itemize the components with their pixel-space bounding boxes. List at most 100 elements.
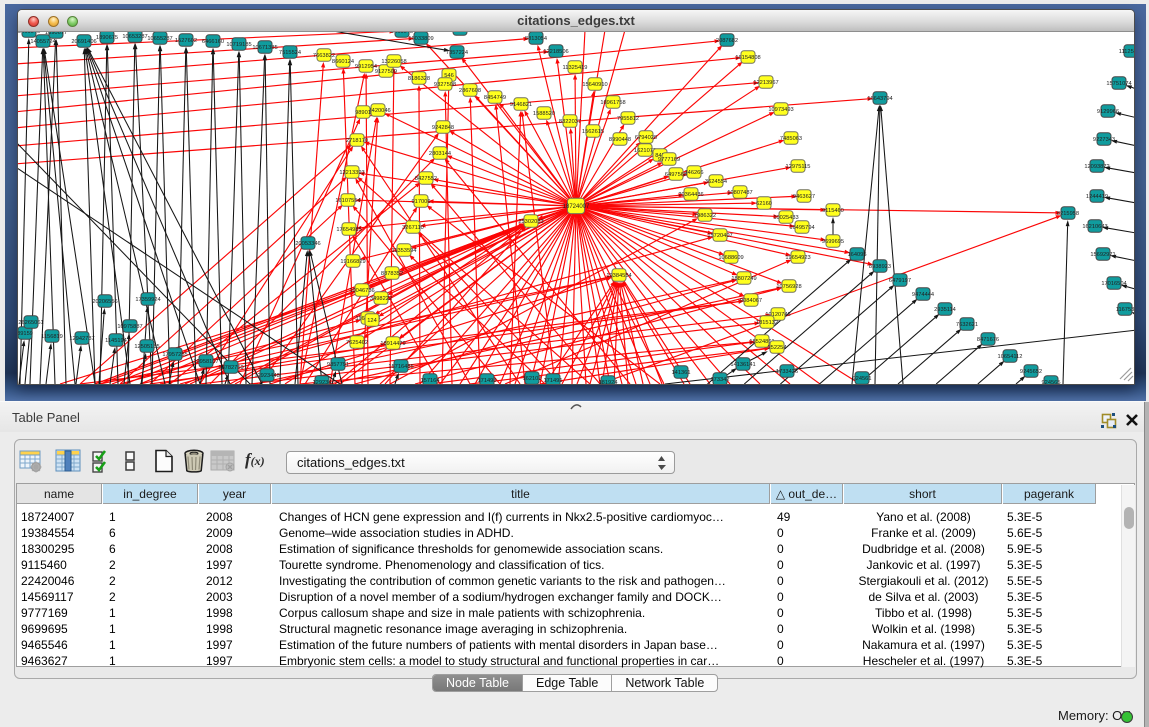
svg-text:10025433: 10025433: [773, 215, 798, 221]
svg-text:8322037: 8322037: [559, 119, 581, 125]
svg-text:8471676: 8471676: [977, 337, 999, 343]
svg-text:13226058: 13226058: [381, 59, 406, 65]
svg-text:9463627: 9463627: [793, 194, 815, 200]
svg-text:9245652: 9245652: [1020, 369, 1042, 375]
svg-text:10655287: 10655287: [147, 36, 172, 42]
svg-text:8813054: 8813054: [525, 36, 547, 42]
svg-text:924565: 924565: [1042, 380, 1061, 384]
svg-text:7986322: 7986322: [694, 213, 716, 219]
svg-text:9474444: 9474444: [912, 292, 934, 298]
svg-text:8215958: 8215958: [1057, 211, 1079, 217]
svg-text:19384554: 19384554: [606, 273, 631, 279]
svg-text:12505135: 12505135: [134, 344, 159, 350]
svg-text:10654112: 10654112: [998, 354, 1023, 360]
svg-text:11353594: 11353594: [392, 248, 417, 254]
svg-text:16107554: 16107554: [335, 198, 360, 204]
svg-text:11125419: 11125419: [1119, 49, 1134, 55]
svg-text:1244419: 1244419: [1086, 194, 1108, 200]
svg-text:10671385: 10671385: [252, 45, 277, 51]
svg-text:16033809: 16033809: [408, 36, 433, 42]
svg-text:10756928: 10756928: [776, 284, 801, 290]
svg-text:252254: 252254: [768, 345, 787, 351]
svg-text:15692971: 15692971: [1090, 252, 1115, 258]
svg-text:8878352: 8878352: [381, 271, 403, 277]
svg-text:8660124: 8660124: [332, 59, 354, 65]
svg-text:3267110: 3267110: [402, 225, 424, 231]
svg-text:3498222: 3498222: [370, 296, 392, 302]
svg-text:10958107: 10958107: [193, 359, 218, 365]
svg-text:9699695: 9699695: [822, 239, 844, 245]
svg-text:9127509: 9127509: [375, 69, 397, 75]
svg-text:7625402: 7625402: [346, 340, 368, 346]
svg-text:17016504: 17016504: [1101, 281, 1126, 287]
svg-text:17957255: 17957255: [162, 352, 187, 358]
svg-text:12093872: 12093872: [1084, 164, 1109, 170]
svg-text:19166829: 19166829: [340, 259, 365, 265]
svg-text:7515524: 7515524: [279, 50, 301, 56]
svg-text:2867608: 2867608: [459, 88, 481, 94]
svg-text:2803144: 2803144: [429, 151, 451, 157]
svg-text:9912954: 9912954: [355, 64, 377, 70]
svg-text:12923448: 12923448: [254, 373, 279, 379]
svg-text:171498: 171498: [478, 378, 497, 384]
svg-text:7485063: 7485063: [780, 136, 802, 142]
svg-text:17654985: 17654985: [336, 227, 361, 233]
svg-text:7357224: 7357224: [446, 50, 468, 56]
svg-text:98901: 98901: [355, 110, 371, 116]
svg-text:9115460: 9115460: [822, 208, 844, 214]
svg-text:14055724: 14055724: [30, 39, 55, 45]
svg-text:7955812: 7955812: [617, 116, 639, 122]
svg-text:7632621: 7632621: [956, 322, 978, 328]
svg-text:20053346: 20053346: [295, 241, 320, 247]
svg-text:1890675: 1890675: [96, 35, 118, 41]
svg-text:16210643: 16210643: [1082, 224, 1107, 230]
svg-text:18807249: 18807249: [731, 276, 756, 282]
svg-text:3624554: 3624554: [705, 179, 727, 185]
svg-text:9777169: 9777169: [658, 157, 680, 163]
svg-text:2718170: 2718170: [346, 138, 368, 144]
svg-text:1890677: 1890677: [45, 32, 67, 36]
svg-text:9461046: 9461046: [18, 32, 40, 35]
svg-text:15640910: 15640910: [582, 82, 607, 88]
svg-text:10807487: 10807487: [727, 190, 752, 196]
svg-text:6794028: 6794028: [635, 135, 657, 141]
svg-text:157164: 157164: [421, 378, 440, 384]
svg-text:1733426: 1733426: [776, 369, 798, 375]
svg-text:12975115: 12975115: [786, 164, 811, 170]
svg-text:1156819: 1156819: [41, 334, 63, 340]
svg-text:16495794: 16495794: [789, 225, 814, 231]
svg-text:12213967: 12213967: [753, 80, 778, 86]
svg-text:15720407: 15720407: [707, 233, 732, 239]
svg-text:9242848: 9242848: [432, 125, 454, 131]
svg-text:15716485: 15716485: [388, 364, 413, 370]
svg-text:20206556: 20206556: [92, 299, 117, 305]
svg-text:1588520: 1588520: [533, 111, 555, 117]
svg-text:124: 124: [367, 318, 377, 324]
svg-text:1527602: 1527602: [175, 38, 197, 44]
svg-text:12218506: 12218506: [543, 49, 568, 55]
svg-text:14136141: 14136141: [730, 362, 755, 368]
svg-text:2935114: 2935114: [934, 307, 956, 313]
svg-text:173342: 173342: [711, 377, 730, 383]
svg-text:9084067: 9084067: [740, 298, 762, 304]
svg-text:171491: 171491: [544, 378, 563, 384]
svg-text:8938923: 8938923: [869, 264, 891, 270]
svg-text:141361: 141361: [672, 370, 691, 376]
svg-text:10688609: 10688609: [718, 255, 743, 261]
svg-text:917006: 917006: [412, 199, 431, 205]
svg-text:10719185: 10719185: [226, 42, 251, 48]
svg-text:16961758: 16961758: [600, 100, 625, 106]
svg-text:9129966: 9129966: [1097, 109, 1119, 115]
svg-text:26265061: 26265061: [18, 320, 43, 326]
svg-text:9227343: 9227343: [1093, 137, 1115, 143]
svg-text:12942737: 12942737: [69, 336, 94, 342]
svg-text:25302033: 25302033: [518, 219, 543, 225]
svg-text:10046736: 10046736: [349, 288, 374, 294]
svg-text:162103: 162103: [523, 376, 542, 382]
svg-text:924561: 924561: [853, 376, 872, 382]
svg-text:15751074: 15751074: [1106, 81, 1131, 87]
svg-text:12213393: 12213393: [339, 170, 364, 176]
svg-text:1145194: 1145194: [105, 338, 127, 344]
svg-text:16643794: 16643794: [867, 96, 892, 102]
svg-text:9857791: 9857791: [327, 362, 349, 368]
